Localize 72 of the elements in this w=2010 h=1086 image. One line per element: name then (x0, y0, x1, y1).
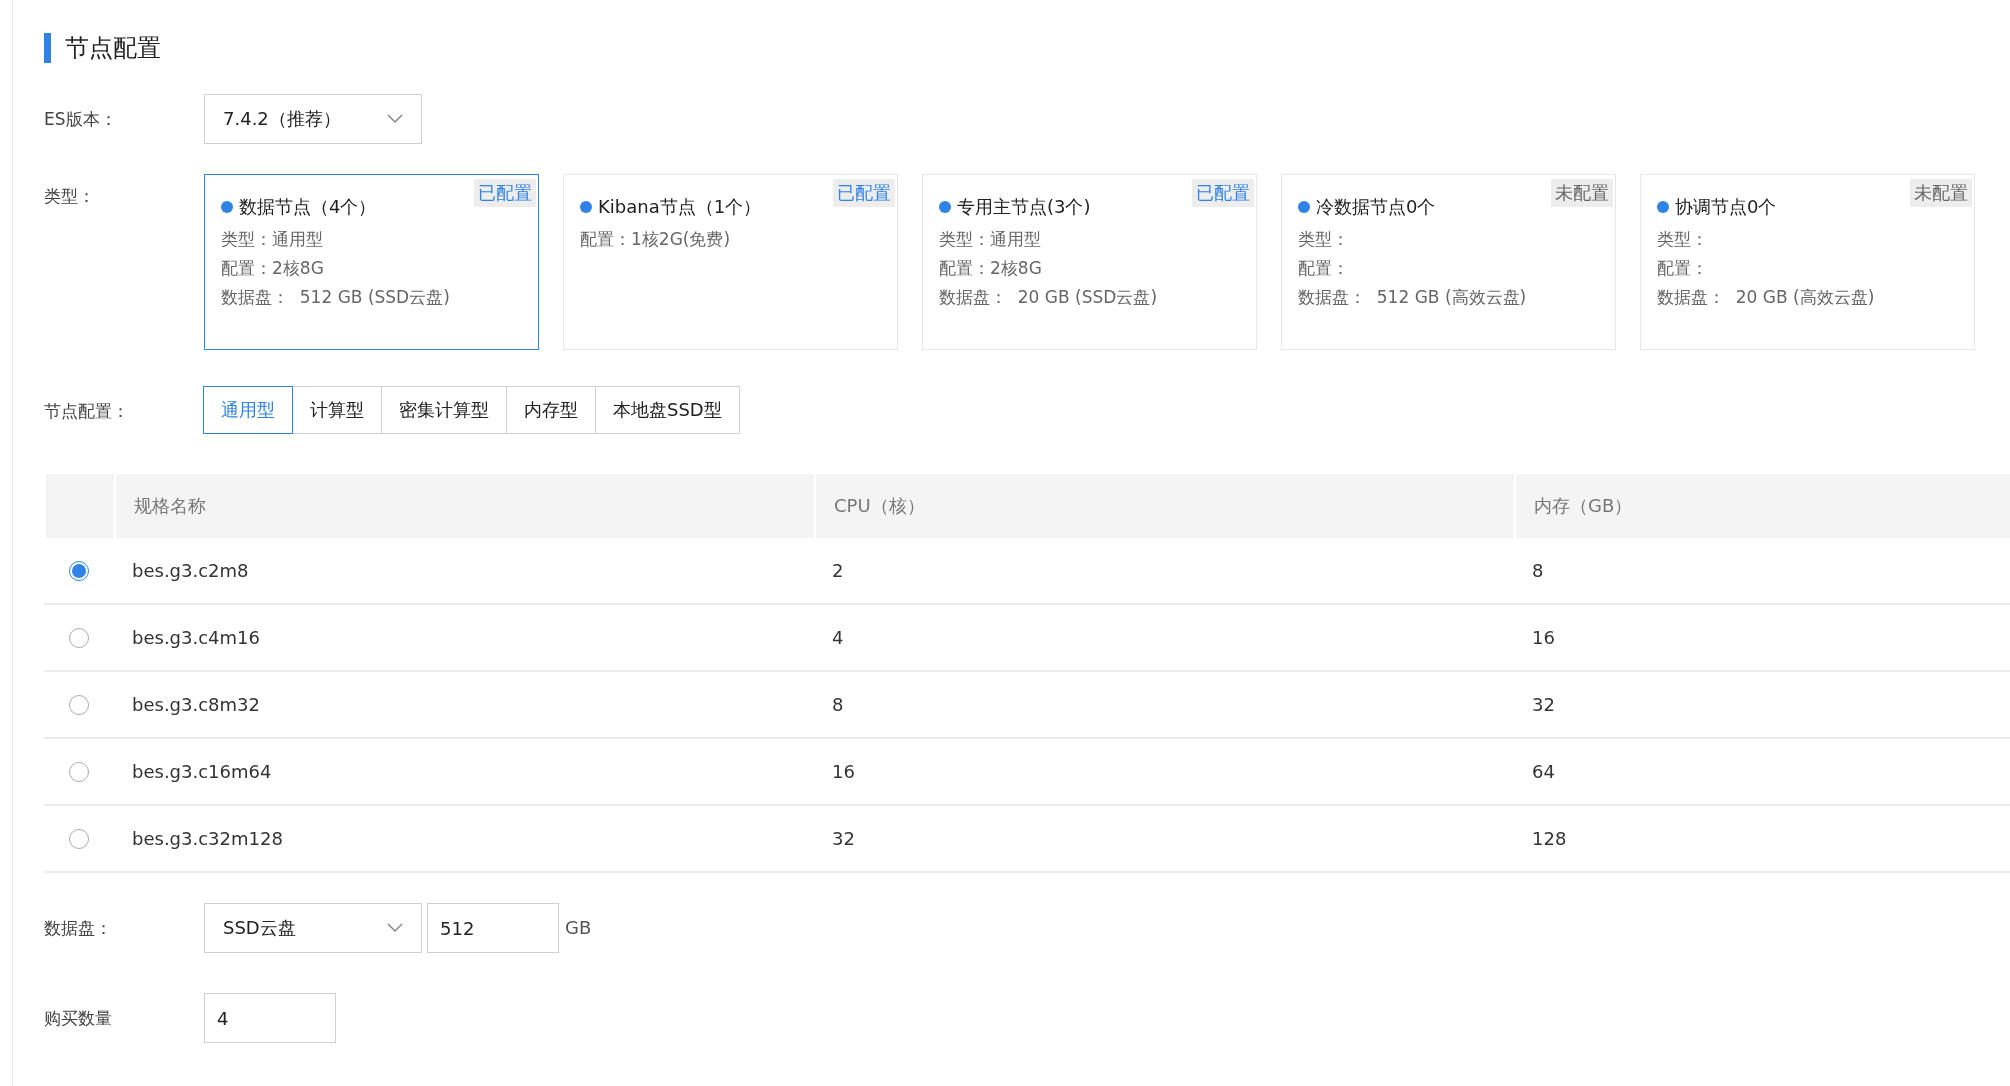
title-accent-bar (44, 33, 51, 63)
dot-icon (580, 201, 592, 213)
dot-icon (939, 201, 951, 213)
quantity-input[interactable]: 4 (204, 993, 336, 1043)
dot-icon (1298, 201, 1310, 213)
table-cell-text: bes.g3.c16m64 (131, 760, 273, 784)
card-title: 专用主节点(3个) (957, 195, 1091, 219)
table-cell-text: 128 (1531, 827, 1568, 851)
radio-button[interactable] (69, 761, 89, 782)
dot-icon (221, 201, 233, 213)
node-type-card[interactable]: 已配置 专用主节点(3个) 类型：通用型 配置：2核8G 数据盘： 20 GB (SSD云盘) (922, 174, 1257, 350)
config-tab[interactable]: 密集计算型 (381, 386, 507, 434)
status-badge: 已配置 (833, 179, 895, 207)
config-tab[interactable]: 内存型 (506, 386, 596, 434)
table-cell-text: bes.g3.c32m128 (131, 827, 284, 851)
node-type-card[interactable]: 已配置 Kibana节点（1个） 配置：1核2G(免费) (563, 174, 898, 350)
table-cell-text: 32 (1531, 693, 1556, 717)
card-detail: 类型：通用型 (221, 228, 324, 251)
radio-button[interactable] (69, 694, 89, 715)
radio-button[interactable] (69, 560, 89, 581)
card-detail: 配置：2核8G (221, 257, 325, 280)
card-detail: 数据盘： 512 GB (SSD云盘) (221, 286, 451, 309)
card-title: 冷数据节点0个 (1316, 195, 1436, 219)
card-title: Kibana节点（1个） (598, 195, 762, 219)
card-detail: 数据盘： 20 GB (高效云盘) (1657, 286, 1876, 309)
table-cell-text: 32 (831, 827, 856, 851)
field-label: 类型： (44, 185, 96, 205)
table-cell-text: 16 (1531, 626, 1556, 650)
table-cell-text: bes.g3.c8m32 (131, 693, 261, 717)
table-cell-text: 16 (831, 760, 856, 784)
section-title: 节点配置 (65, 33, 161, 64)
status-badge: 已配置 (474, 179, 536, 207)
card-detail: 配置： (1657, 257, 1709, 280)
table-cell-text: bes.g3.c2m8 (131, 559, 250, 583)
status-badge: 未配置 (1910, 179, 1972, 207)
table-cell-text: 8 (1531, 559, 1545, 583)
card-detail: 配置：1核2G(免费) (580, 228, 732, 251)
card-detail: 类型： (1298, 228, 1350, 251)
table-cell-text: 2 (831, 559, 845, 583)
disk-size-input[interactable]: 512 (427, 903, 559, 953)
node-type-card[interactable]: 未配置 协调节点0个 类型： 配置： 数据盘： 20 GB (高效云盘) (1640, 174, 1975, 350)
card-detail: 配置： (1298, 257, 1350, 280)
unit-label: GB (565, 916, 592, 940)
field-label: ES版本： (44, 108, 118, 131)
field-label: 数据盘： (44, 917, 113, 940)
radio-button[interactable] (69, 627, 89, 648)
field-label: 购买数量 (44, 1007, 113, 1030)
field-label: 节点配置： (44, 400, 130, 423)
table-cell-text: 8 (831, 693, 845, 717)
card-detail: 配置：2核8G (939, 257, 1043, 280)
card-detail: 类型：通用型 (939, 228, 1042, 251)
config-tab[interactable]: 计算型 (292, 386, 382, 434)
card-detail: 类型： (1657, 228, 1709, 251)
disk-type-select[interactable]: SSD云盘 (204, 903, 422, 953)
chevron-down-icon (387, 923, 403, 933)
config-tab[interactable]: 通用型 (203, 386, 293, 434)
radio-button[interactable] (69, 828, 89, 849)
card-title: 数据节点（4个） (239, 195, 377, 219)
node-type-card[interactable]: 已配置 数据节点（4个） 类型：通用型 配置：2核8G 数据盘： 512 GB (SSD云盘) (204, 174, 539, 350)
card-detail: 数据盘： 20 GB (SSD云盘) (939, 286, 1159, 309)
table-cell-text: 64 (1531, 760, 1556, 784)
dot-icon (1657, 201, 1669, 213)
status-badge: 已配置 (1192, 179, 1254, 207)
status-badge: 未配置 (1551, 179, 1613, 207)
card-detail: 数据盘： 512 GB (高效云盘) (1298, 286, 1528, 309)
node-type-card[interactable]: 未配置 冷数据节点0个 类型： 配置： 数据盘： 512 GB (高效云盘) (1281, 174, 1616, 350)
config-tab[interactable]: 本地盘SSD型 (595, 386, 740, 434)
table-cell-text: 4 (831, 626, 845, 650)
version-select[interactable]: 7.4.2（推荐） (204, 94, 422, 144)
card-title: 协调节点0个 (1675, 195, 1777, 219)
table-cell-text: bes.g3.c4m16 (131, 626, 261, 650)
chevron-down-icon (387, 114, 403, 124)
